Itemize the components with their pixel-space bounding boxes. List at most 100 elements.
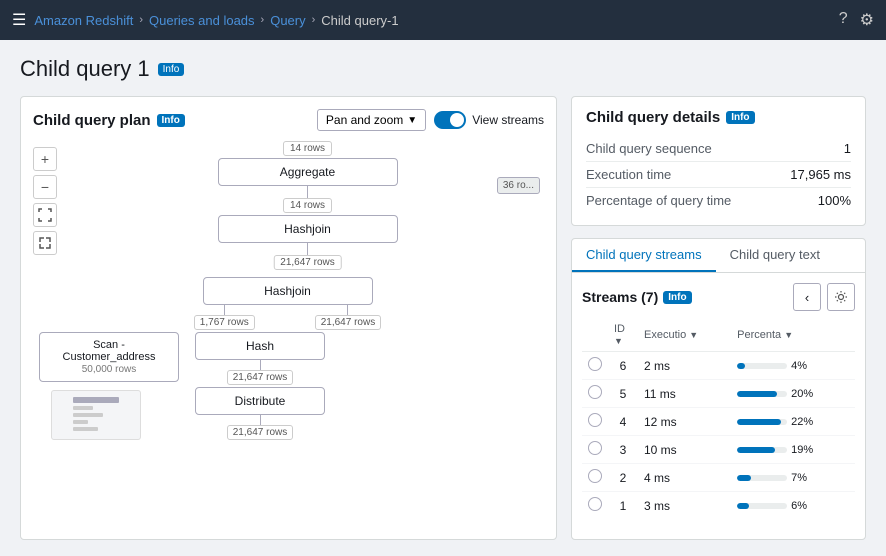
row-radio-5[interactable] [588,497,602,511]
table-row[interactable]: 1 3 ms 6% [582,492,855,520]
row-radio-0[interactable] [588,357,602,371]
row-id-3: 3 [608,436,638,464]
details-row-execution: Execution time 17,965 ms [586,162,851,188]
left-panel: Child query plan Info Pan and zoom ▼ Vie… [20,96,557,540]
table-row[interactable]: 2 4 ms 7% [582,464,855,492]
connector-dist [260,415,261,425]
streams-controls: ‹ [793,283,855,311]
menu-icon[interactable]: ☰ [12,10,26,30]
row-radio-1[interactable] [588,385,602,399]
details-title: Child query details Info [586,109,851,126]
row-label-21k-final: 21,647 rows [227,425,293,440]
dropdown-arrow-icon: ▼ [407,115,417,126]
row-id-0: 6 [608,352,638,380]
connector-right-1 [347,305,348,315]
settings-icon[interactable]: ⚙ [860,10,874,30]
row-exec-2: 12 ms [638,408,731,436]
row-exec-3: 10 ms [638,436,731,464]
connector-2 [307,243,308,255]
connector-1 [307,186,308,198]
view-streams-toggle: View streams [434,111,544,129]
sort-pct-icon: ▼ [784,330,793,340]
table-row[interactable]: 6 2 ms 4% [582,352,855,380]
streams-prev-button[interactable]: ‹ [793,283,821,311]
row-id-1: 5 [608,380,638,408]
table-row[interactable]: 4 12 ms 22% [582,408,855,436]
row-radio-3[interactable] [588,441,602,455]
row-pct-4: 7% [731,464,855,492]
breadcrumb-sep-2: › [261,14,265,26]
hashjoin-node-mid: Hashjoin [203,277,373,305]
row-id-5: 1 [608,492,638,520]
row-exec-1: 11 ms [638,380,731,408]
hashjoin-node-top: Hashjoin [218,215,398,243]
tab-streams-content: Streams (7) Info ‹ [572,273,865,539]
row-pct-5: 6% [731,492,855,520]
fit-screen-button[interactable] [33,203,57,227]
zoom-out-button[interactable]: − [33,175,57,199]
row-label-1767: 1,767 rows [194,315,255,330]
tabs-card: Child query streams Child query text Str… [571,238,866,540]
scan-customer-node: Scan - Customer_address50,000 rows [39,332,179,382]
distribute-node: Distribute [195,387,325,415]
breadcrumb-redshift[interactable]: Amazon Redshift [34,13,133,28]
breadcrumb-queries[interactable]: Queries and loads [149,13,255,28]
panel-header: Child query plan Info Pan and zoom ▼ Vie… [33,109,544,131]
sort-id-icon: ▼ [614,336,623,346]
breadcrumb: Amazon Redshift › Queries and loads › Qu… [34,13,398,28]
sort-exec-icon: ▼ [689,330,698,340]
streams-table: ID ▼ Executio ▼ Percenta ▼ [582,319,855,519]
panel-controls: Pan and zoom ▼ View streams [317,109,544,131]
details-info-badge[interactable]: Info [726,111,754,124]
breadcrumb-current: Child query-1 [321,13,398,28]
tab-text[interactable]: Child query text [716,239,834,272]
view-streams-switch[interactable] [434,111,466,129]
top-settings: ? ⚙ [839,10,874,30]
row-pct-2: 22% [731,408,855,436]
col-header-execution[interactable]: Executio ▼ [638,319,731,352]
panel-title: Child query plan Info [33,112,185,129]
zoom-in-button[interactable]: + [33,147,57,171]
toggle-knob [450,113,464,127]
row-label-21k-top: 21,647 rows [273,255,341,270]
tab-streams[interactable]: Child query streams [572,239,716,272]
hash-node: Hash [195,332,325,360]
col-header-id[interactable]: ID ▼ [608,319,638,352]
row-label-14: 14 rows [283,141,332,156]
aggregate-node: Aggregate [218,158,398,186]
row-id-4: 2 [608,464,638,492]
breadcrumb-sep-3: › [312,14,316,26]
details-card: Child query details Info Child query seq… [571,96,866,226]
expand-button[interactable] [33,231,57,255]
table-row[interactable]: 3 10 ms 19% [582,436,855,464]
col-header-percent[interactable]: Percenta ▼ [731,319,855,352]
row-exec-4: 4 ms [638,464,731,492]
row-pct-0: 4% [731,352,855,380]
row-label-14b: 14 rows [283,198,332,213]
view-streams-label: View streams [472,113,544,127]
breadcrumb-sep-1: › [139,14,143,26]
row-radio-4[interactable] [588,469,602,483]
row-exec-0: 2 ms [638,352,731,380]
streams-settings-button[interactable] [827,283,855,311]
col-header-radio [582,319,608,352]
breadcrumb-query[interactable]: Query [270,13,305,28]
details-row-percentage: Percentage of query time 100% [586,188,851,213]
connector-hash [260,360,261,370]
row-exec-5: 3 ms [638,492,731,520]
streams-header: Streams (7) Info ‹ [582,283,855,311]
pan-zoom-button[interactable]: Pan and zoom ▼ [317,109,426,131]
plan-info-badge[interactable]: Info [157,114,185,127]
page-info-badge[interactable]: Info [158,63,185,76]
row-label-21k-mid: 21,647 rows [315,315,381,330]
connector-left-1 [224,305,225,315]
row-pct-3: 19% [731,436,855,464]
row-radio-2[interactable] [588,413,602,427]
question-icon[interactable]: ? [839,10,848,30]
row-label-21k-bot: 21,647 rows [227,370,293,385]
details-row-sequence: Child query sequence 1 [586,136,851,162]
table-row[interactable]: 5 11 ms 20% [582,380,855,408]
row-id-2: 4 [608,408,638,436]
page-title: Child query 1 Info [20,56,866,82]
streams-info-badge[interactable]: Info [663,291,691,304]
